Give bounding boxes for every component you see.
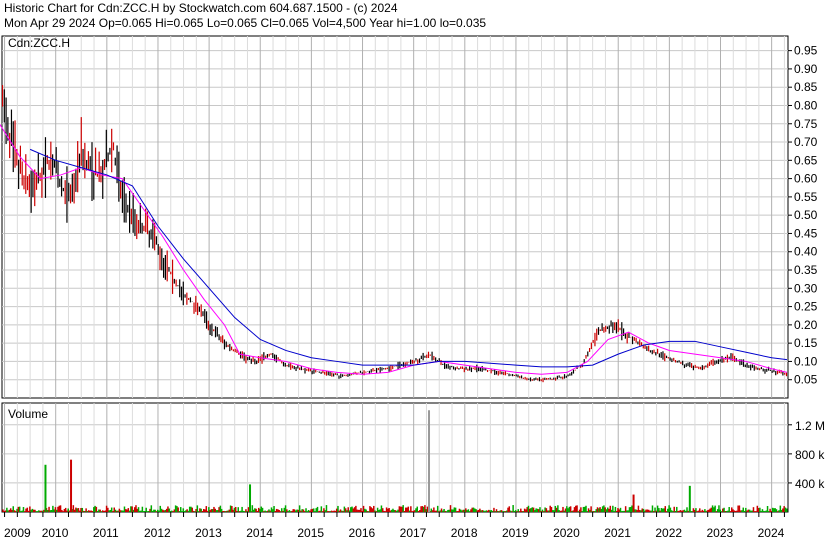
volume-panel-title: Volume xyxy=(8,407,48,421)
price-tick-label: 0.35 xyxy=(794,263,818,277)
time-tick-label: 2021 xyxy=(604,526,631,540)
price-tick-label: 0.25 xyxy=(794,300,818,314)
time-tick-label: 2018 xyxy=(451,526,478,540)
price-tick-label: 0.45 xyxy=(794,226,818,240)
time-tick-label: 2015 xyxy=(297,526,324,540)
price-tick-label: 0.85 xyxy=(794,80,818,94)
price-tick-label: 0.55 xyxy=(794,190,818,204)
price-grid xyxy=(1,35,792,399)
time-tick-label: 2014 xyxy=(246,526,273,540)
price-tick-label: 0.40 xyxy=(794,245,818,259)
price-tick-label: 0.30 xyxy=(794,281,818,295)
price-tick-label: 0.75 xyxy=(794,117,818,131)
time-tick-label: 2022 xyxy=(655,526,682,540)
time-tick-label: 2017 xyxy=(400,526,427,540)
price-tick-label: 0.10 xyxy=(794,354,818,368)
time-tick-label: 2019 xyxy=(502,526,529,540)
price-tick-label: 0.90 xyxy=(794,62,818,76)
price-tick-label: 0.15 xyxy=(794,336,818,350)
time-tick-label: 2016 xyxy=(349,526,376,540)
price-tick-label: 0.20 xyxy=(794,318,818,332)
time-tick-label: 2020 xyxy=(553,526,580,540)
volume-tick-label: 1.2 M xyxy=(795,419,825,433)
price-axis-labels: 0.05 0.10 0.15 0.20 0.25 0.30 0.35 0.40 0.45 0.50… xyxy=(794,44,818,387)
time-tick-label: 2009 xyxy=(4,526,31,540)
volume-tick-label: 400 k xyxy=(795,477,825,491)
time-tick-label: 2011 xyxy=(93,526,119,540)
price-tick-label: 0.95 xyxy=(794,44,818,58)
time-axis-labels: 2009 2010 2011 2012 2013 2014 2015 2016 2017 2018… xyxy=(4,512,785,540)
volume-grid xyxy=(1,402,792,513)
price-tick-label: 0.65 xyxy=(794,153,818,167)
price-tick-label: 0.80 xyxy=(794,98,818,112)
time-tick-label: 2024 xyxy=(758,526,785,540)
price-panel-title: Cdn:ZCC.H xyxy=(8,36,70,50)
price-volume-chart: 0.05 0.10 0.15 0.20 0.25 0.30 0.35 0.40 0.45 0.50… xyxy=(0,35,825,540)
time-tick-label: 2023 xyxy=(706,526,733,540)
price-tick-label: 0.60 xyxy=(794,172,818,186)
time-tick-label: 2010 xyxy=(42,526,69,540)
time-tick-label: 2013 xyxy=(195,526,222,540)
price-tick-label: 0.05 xyxy=(794,373,818,387)
price-tick-label: 0.70 xyxy=(794,135,818,149)
time-tick-label: 2012 xyxy=(144,526,171,540)
volume-axis-labels: 400 k 800 k 1.2 M xyxy=(795,419,825,491)
volume-tick-label: 800 k xyxy=(795,448,825,462)
price-tick-label: 0.50 xyxy=(794,208,818,222)
